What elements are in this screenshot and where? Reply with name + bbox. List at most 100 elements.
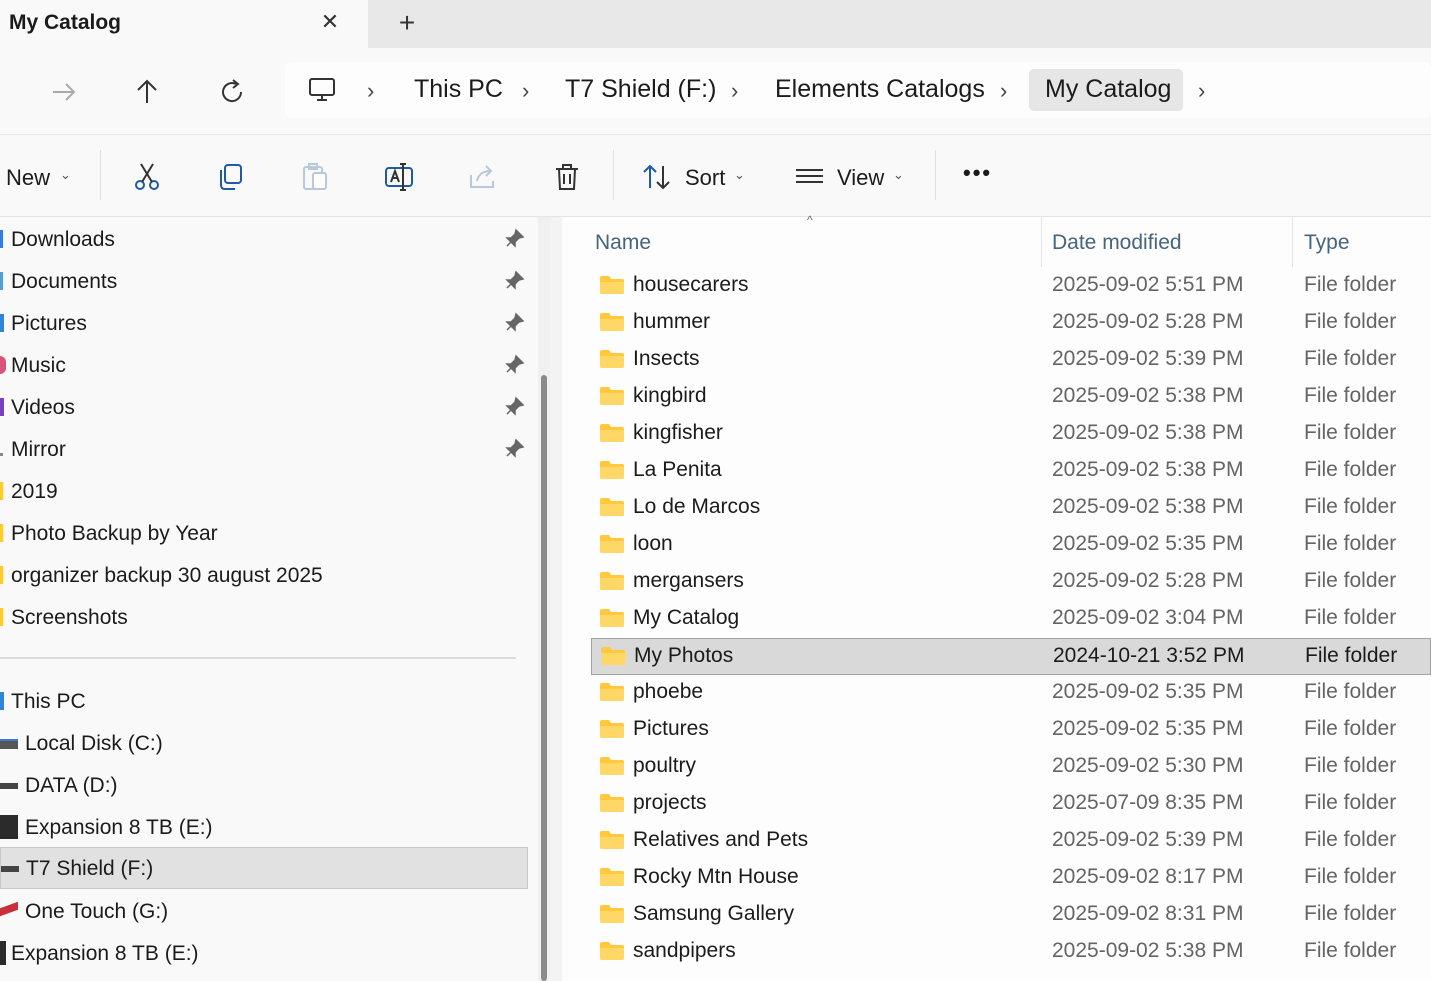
computer-icon[interactable]: [307, 75, 337, 110]
folder-icon: [599, 275, 625, 295]
file-date-modified: 2025-09-02 5:38 PM: [1052, 421, 1244, 444]
sidebar-item-drive-e[interactable]: Expansion 8 TB (E:): [0, 807, 528, 849]
chevron-down-icon[interactable]: ⌄: [893, 167, 904, 183]
file-row[interactable]: mergansers 2025-09-02 5:28 PM File folder: [591, 564, 1431, 601]
forward-arrow-icon[interactable]: [48, 76, 80, 108]
view-lines-icon[interactable]: [794, 161, 826, 193]
file-row[interactable]: My Photos 2024-10-21 3:52 PM File folder: [591, 638, 1431, 675]
column-header-name[interactable]: Name: [595, 231, 651, 255]
file-type: File folder: [1304, 532, 1397, 555]
paste-icon[interactable]: [299, 161, 331, 193]
toolbar-divider: [613, 150, 614, 200]
file-date-modified: 2025-09-02 5:28 PM: [1052, 569, 1244, 592]
view-button[interactable]: View: [837, 165, 884, 191]
column-header-type[interactable]: Type: [1304, 231, 1350, 255]
chevron-right-icon[interactable]: ›: [1198, 78, 1205, 104]
chevron-down-icon[interactable]: ⌄: [60, 167, 71, 183]
pin-icon[interactable]: [503, 438, 525, 460]
folder-icon: [599, 571, 625, 591]
sidebar-item-organizer-backup[interactable]: organizer backup 30 august 2025: [0, 555, 528, 597]
sidebar-item-label: Downloads: [11, 228, 115, 251]
sidebar-item-downloads[interactable]: Downloads: [0, 219, 528, 261]
pin-icon[interactable]: [503, 396, 525, 418]
breadcrumb-this-pc[interactable]: This PC: [414, 75, 503, 104]
column-header-date[interactable]: Date modified: [1052, 231, 1182, 255]
file-row[interactable]: housecarers 2025-09-02 5:51 PM File folder: [591, 268, 1431, 305]
delete-icon[interactable]: [551, 161, 583, 193]
file-row[interactable]: loon 2025-09-02 5:35 PM File folder: [591, 527, 1431, 564]
sidebar-item-documents[interactable]: Documents: [0, 261, 528, 303]
pin-icon[interactable]: [503, 270, 525, 292]
file-date-modified: 2025-09-02 5:30 PM: [1052, 754, 1244, 777]
sidebar-item-this-pc[interactable]: This PC: [0, 681, 528, 723]
chevron-right-icon[interactable]: ›: [367, 78, 374, 104]
pin-icon[interactable]: [503, 312, 525, 334]
folder-icon: [599, 386, 625, 406]
tab-my-catalog[interactable]: My Catalog ✕: [0, 0, 368, 48]
refresh-icon[interactable]: [216, 76, 248, 108]
sidebar-item-drive-c[interactable]: Local Disk (C:): [0, 723, 528, 765]
sidebar-item-drive-d[interactable]: DATA (D:): [0, 765, 528, 807]
sidebar-item-label: Photo Backup by Year: [11, 522, 218, 545]
pin-icon[interactable]: [503, 354, 525, 376]
address-bar[interactable]: › This PC › T7 Shield (F:) › Elements Ca…: [285, 62, 1431, 118]
file-row[interactable]: sandpipers 2025-09-02 5:38 PM File folder: [591, 934, 1431, 971]
copy-icon[interactable]: [215, 161, 247, 193]
file-row[interactable]: Pictures 2025-09-02 5:35 PM File folder: [591, 712, 1431, 749]
sidebar-item-label: Mirror: [11, 438, 66, 461]
breadcrumb-elements-catalogs[interactable]: Elements Catalogs: [775, 75, 985, 104]
sidebar-item-photo-backup[interactable]: Photo Backup by Year: [0, 513, 528, 555]
sidebar-item-label: Local Disk (C:): [25, 732, 163, 755]
file-row[interactable]: Relatives and Pets 2025-09-02 5:39 PM File…: [591, 823, 1431, 860]
external-drive-icon: [0, 901, 18, 917]
share-icon[interactable]: [467, 161, 499, 193]
breadcrumb-t7-shield[interactable]: T7 Shield (F:): [565, 75, 716, 104]
file-name: Rocky Mtn House: [633, 865, 799, 888]
pin-icon[interactable]: [503, 228, 525, 250]
sidebar-item-videos[interactable]: Videos: [0, 387, 528, 429]
file-row[interactable]: My Catalog 2025-09-02 3:04 PM File folder: [591, 601, 1431, 638]
videos-icon: [0, 398, 4, 416]
file-row[interactable]: phoebe 2025-09-02 5:35 PM File folder: [591, 675, 1431, 712]
sidebar-item-2019[interactable]: 2019: [0, 471, 528, 513]
sidebar-item-mirror[interactable]: Mirror: [0, 429, 528, 471]
sidebar-scrollbar-thumb[interactable]: [541, 375, 547, 981]
file-row[interactable]: kingfisher 2025-09-02 5:38 PM File folder: [591, 416, 1431, 453]
file-row[interactable]: projects 2025-07-09 8:35 PM File folder: [591, 786, 1431, 823]
chevron-right-icon[interactable]: ›: [522, 78, 529, 104]
cut-icon[interactable]: [131, 161, 163, 193]
sidebar-item-screenshots[interactable]: Screenshots: [0, 597, 528, 639]
column-divider[interactable]: [1292, 217, 1293, 267]
file-row[interactable]: poultry 2025-09-02 5:30 PM File folder: [591, 749, 1431, 786]
file-type: File folder: [1304, 495, 1397, 518]
chevron-right-icon[interactable]: ›: [1000, 78, 1007, 104]
tab-bar: My Catalog ✕ +: [0, 0, 1431, 48]
file-type: File folder: [1304, 347, 1397, 370]
file-row[interactable]: Insects 2025-09-02 5:39 PM File folder: [591, 342, 1431, 379]
file-row[interactable]: kingbird 2025-09-02 5:38 PM File folder: [591, 379, 1431, 416]
sort-button[interactable]: Sort: [685, 165, 725, 191]
sort-icon[interactable]: [641, 161, 673, 193]
sidebar-item-drive-e-2[interactable]: Expansion 8 TB (E:): [0, 933, 528, 975]
up-arrow-icon[interactable]: [131, 76, 163, 108]
sidebar-item-drive-f[interactable]: T7 Shield (F:): [0, 847, 528, 889]
close-tab-icon[interactable]: ✕: [318, 8, 342, 36]
file-row[interactable]: Samsung Gallery 2025-09-02 8:31 PM File fo…: [591, 897, 1431, 934]
file-date-modified: 2025-09-02 5:51 PM: [1052, 273, 1244, 296]
chevron-down-icon[interactable]: ⌄: [734, 167, 745, 183]
new-button[interactable]: New: [6, 165, 50, 191]
file-type: File folder: [1304, 680, 1397, 703]
file-row[interactable]: Lo de Marcos 2025-09-02 5:38 PM File folde…: [591, 490, 1431, 527]
file-row[interactable]: Rocky Mtn House 2025-09-02 8:17 PM File fo…: [591, 860, 1431, 897]
sidebar-item-music[interactable]: Music: [0, 345, 528, 387]
file-row[interactable]: La Penita 2025-09-02 5:38 PM File folder: [591, 453, 1431, 490]
more-options-icon[interactable]: •••: [963, 160, 992, 186]
sidebar-item-drive-g[interactable]: One Touch (G:): [0, 891, 528, 933]
file-row[interactable]: hummer 2025-09-02 5:28 PM File folder: [591, 305, 1431, 342]
new-tab-button[interactable]: +: [392, 8, 422, 38]
column-divider[interactable]: [1041, 217, 1042, 267]
chevron-right-icon[interactable]: ›: [731, 78, 738, 104]
sidebar-item-pictures[interactable]: Pictures: [0, 303, 528, 345]
rename-icon[interactable]: [383, 161, 415, 193]
breadcrumb-my-catalog[interactable]: My Catalog: [1045, 75, 1171, 104]
